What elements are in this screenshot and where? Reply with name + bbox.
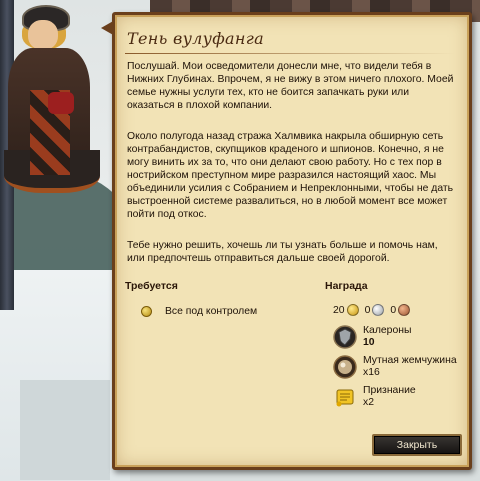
silver-coin-icon <box>372 304 385 316</box>
reward-item: Мутная жемчужина x16 <box>333 355 457 379</box>
reward-name: Калероны <box>363 325 412 336</box>
quest-text-paragraph: Около полугода назад стража Халмвика нак… <box>127 131 454 220</box>
reward-qty: 10 <box>363 337 375 348</box>
requirements-heading: Требуется <box>125 280 178 292</box>
objective-dot-icon <box>141 306 152 317</box>
silver-amount: 0 <box>364 304 371 316</box>
coin-reward: 20 0 0 <box>333 304 416 316</box>
copper-amount: 0 <box>390 304 397 316</box>
reward-name: Признание <box>363 385 416 396</box>
gold-coin-icon <box>346 304 359 316</box>
shield-icon <box>333 325 357 349</box>
copper-coin-icon <box>398 304 411 316</box>
npc-bag <box>48 92 74 114</box>
quest-title: Тень вулуфанга <box>127 29 264 48</box>
reward-qty: x2 <box>363 397 374 408</box>
close-button[interactable]: Закрыть <box>372 434 462 456</box>
title-divider <box>125 53 455 54</box>
quest-text-paragraph: Послушай. Мои осведомители донесли мне, … <box>127 61 454 111</box>
requirement-item: Все под контролем <box>141 306 257 317</box>
scroll-icon <box>336 389 354 407</box>
npc-face <box>28 20 58 50</box>
quest-dialog: Тень вулуфанга Послушай. Мои осведомител… <box>101 12 472 470</box>
gold-amount: 20 <box>333 304 345 316</box>
pearl-icon <box>333 355 357 379</box>
requirement-label: Все под контролем <box>165 306 258 317</box>
reward-name: Мутная жемчужина <box>363 355 457 366</box>
reward-item: Калероны 10 <box>333 325 411 349</box>
reward-item: Признание x2 <box>333 385 416 409</box>
road <box>20 380 110 480</box>
rewards-heading: Награда <box>325 280 368 292</box>
quest-text-paragraph: Тебе нужно решить, хочешь ли ты узнать б… <box>127 240 438 264</box>
reward-qty: x16 <box>363 367 380 378</box>
